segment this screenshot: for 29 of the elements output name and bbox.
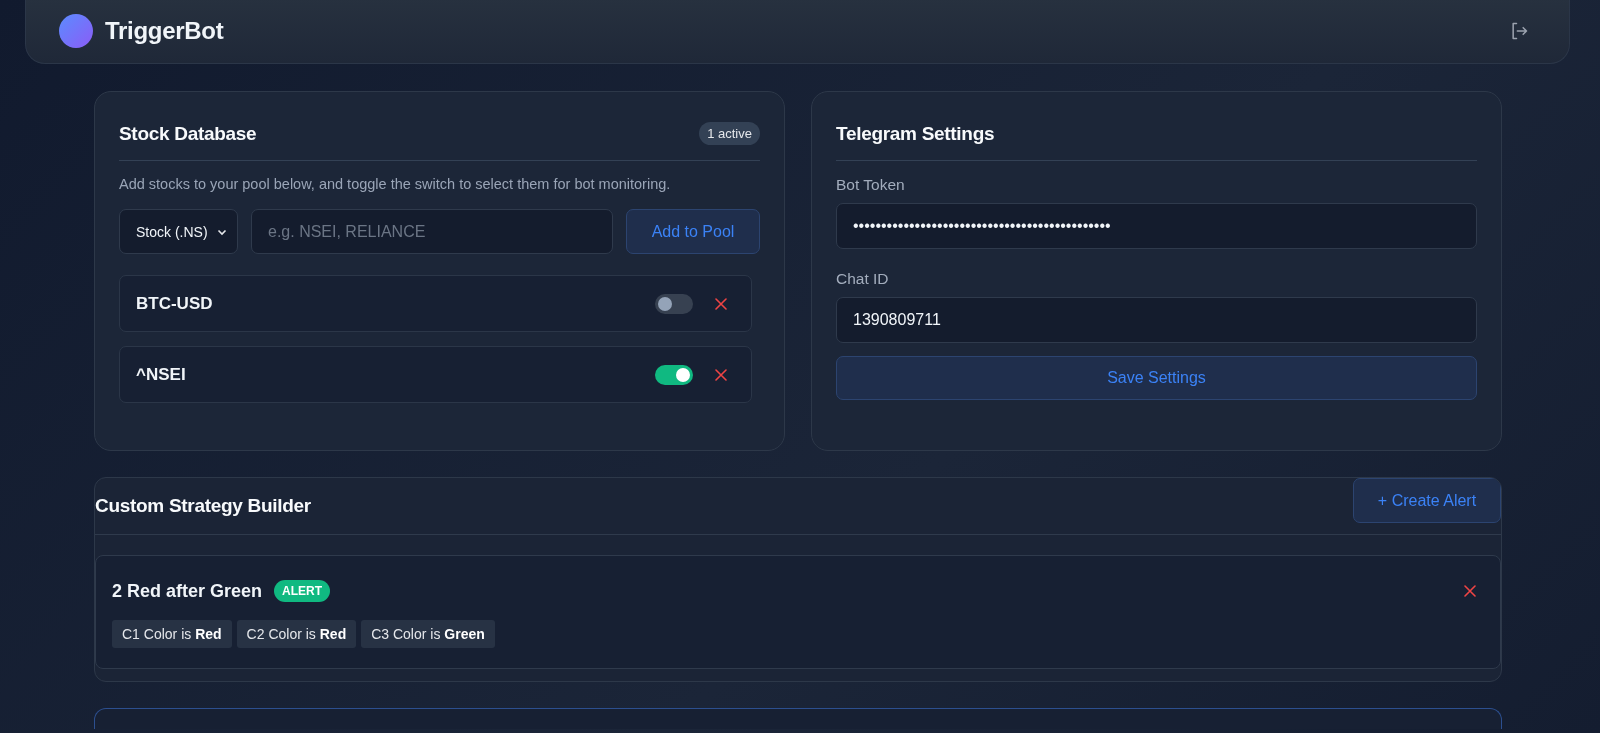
logo-icon <box>59 13 93 48</box>
text-field[interactable]: •••••••••••••••••••••••••••••••••••••••••••••• <box>836 203 1477 249</box>
toggle-switch[interactable] <box>655 293 693 314</box>
panel-title: Stock Database <box>119 122 257 145</box>
alert-tag: ALERT <box>274 580 331 602</box>
condition-chip: C1 Color is Red <box>112 620 232 648</box>
close-icon[interactable] <box>715 297 727 310</box>
close-icon[interactable] <box>715 368 727 381</box>
stock-symbol: ^NSEI <box>136 364 186 385</box>
active-count-badge: 1 active <box>699 122 760 145</box>
field-label: Chat ID <box>836 270 890 288</box>
panel-title: Telegram Settings <box>836 122 995 145</box>
close-icon[interactable] <box>1464 585 1476 597</box>
add-to-pool-button[interactable]: Add to Pool <box>626 209 760 254</box>
logout-icon[interactable] <box>1509 20 1529 41</box>
create-alert-button[interactable]: + Create Alert <box>1353 478 1501 523</box>
app-title: TriggerBot <box>105 16 224 45</box>
condition-chip: C3 Color is Green <box>361 620 495 648</box>
stock-symbol: BTC-USD <box>136 293 213 314</box>
condition-chip: C2 Color is Red <box>236 620 357 648</box>
field-label: Bot Token <box>836 176 906 194</box>
market-type-dropdown[interactable]: Stock (.NS) <box>119 209 238 254</box>
text-field[interactable]: 1390809711 <box>836 297 1477 343</box>
toggle-switch[interactable] <box>655 364 693 385</box>
description-text: Add stocks to your pool below, and toggle the switch to select them for bot monitoring. <box>119 176 672 192</box>
symbol-input-field[interactable]: e.g. NSEI, RELIANCE <box>251 209 613 254</box>
strategy-name: 2 Red after Green <box>112 580 263 602</box>
panel-title: Custom Strategy Builder <box>95 495 311 517</box>
save-settings-button[interactable]: Save Settings <box>836 356 1477 400</box>
